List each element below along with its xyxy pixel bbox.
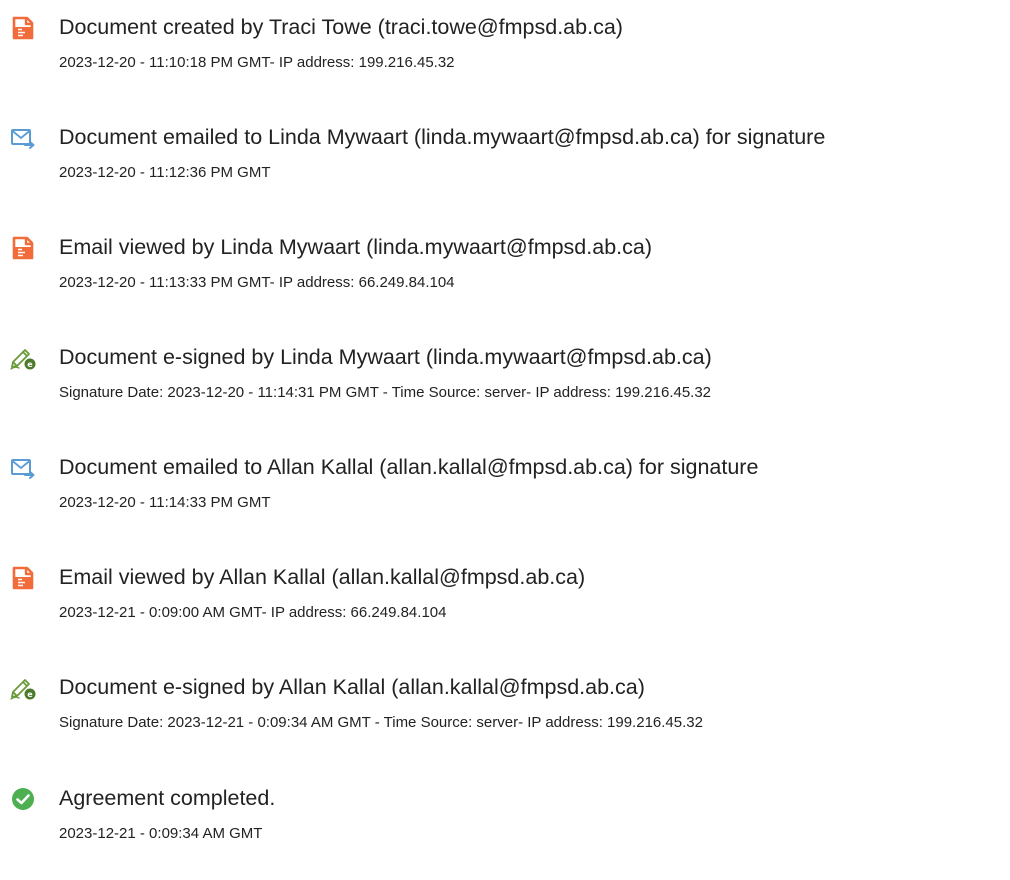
event-title: Agreement completed. <box>59 786 276 810</box>
svg-text:e: e <box>27 690 33 699</box>
event-agreement-completed: Agreement completed. 2023-12-21 - 0:09:3… <box>0 783 1010 863</box>
event-detail: 2023-12-21 - 0:09:00 AM GMT- IP address:… <box>59 604 447 621</box>
email-sent-icon <box>10 455 36 481</box>
e-sign-pen-icon: e <box>10 675 36 701</box>
document-created-icon <box>10 15 36 41</box>
event-document-emailed: Document emailed to Linda Mywaart (linda… <box>0 122 1010 202</box>
event-title: Email viewed by Allan Kallal (allan.kall… <box>59 565 586 589</box>
email-viewed-icon <box>10 235 36 261</box>
event-detail: 2023-12-21 - 0:09:34 AM GMT <box>59 825 263 842</box>
event-email-viewed: Email viewed by Allan Kallal (allan.kall… <box>0 562 1010 642</box>
event-detail: 2023-12-20 - 11:14:33 PM GMT <box>59 494 271 511</box>
email-sent-icon <box>10 125 36 151</box>
event-document-e-signed: e Document e-signed by Allan Kallal (all… <box>0 672 1010 752</box>
event-title: Document e-signed by Allan Kallal (allan… <box>59 675 645 699</box>
email-viewed-icon <box>10 565 36 591</box>
event-title: Document emailed to Linda Mywaart (linda… <box>59 125 826 149</box>
event-detail: 2023-12-20 - 11:12:36 PM GMT <box>59 164 271 181</box>
event-document-created: Document created by Traci Towe (traci.to… <box>0 12 1010 92</box>
event-detail: Signature Date: 2023-12-20 - 11:14:31 PM… <box>59 384 712 401</box>
event-document-emailed: Document emailed to Allan Kallal (allan.… <box>0 452 1010 532</box>
event-detail: 2023-12-20 - 11:10:18 PM GMT- IP address… <box>59 54 455 71</box>
completed-check-icon <box>10 786 36 812</box>
event-detail: 2023-12-20 - 11:13:33 PM GMT- IP address… <box>59 274 455 291</box>
event-title: Document created by Traci Towe (traci.to… <box>59 15 623 39</box>
event-title: Document emailed to Allan Kallal (allan.… <box>59 455 759 479</box>
e-sign-pen-icon: e <box>10 345 36 371</box>
event-document-e-signed: e Document e-signed by Linda Mywaart (li… <box>0 342 1010 422</box>
event-email-viewed: Email viewed by Linda Mywaart (linda.myw… <box>0 232 1010 312</box>
event-title: Document e-signed by Linda Mywaart (lind… <box>59 345 712 369</box>
svg-text:e: e <box>27 360 33 369</box>
event-detail: Signature Date: 2023-12-21 - 0:09:34 AM … <box>59 714 703 731</box>
event-title: Email viewed by Linda Mywaart (linda.myw… <box>59 235 652 259</box>
